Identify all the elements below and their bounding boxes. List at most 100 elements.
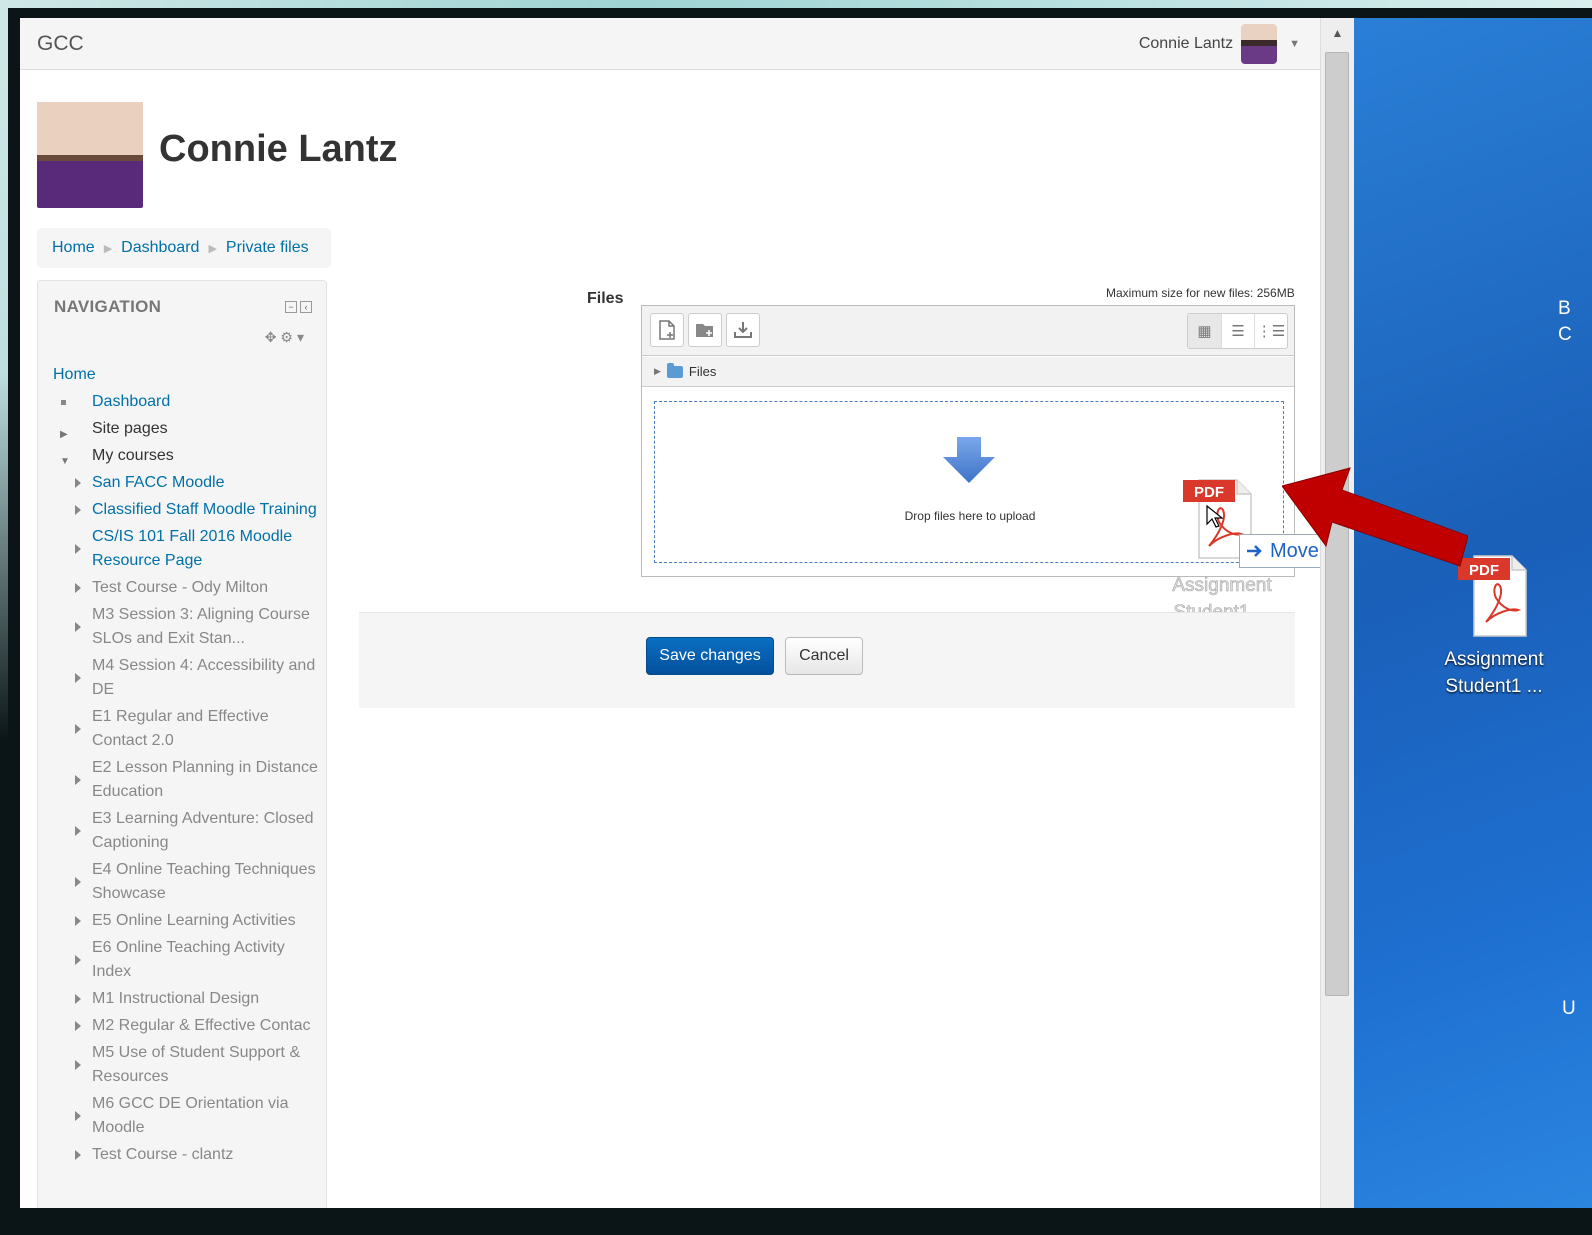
icons-view-icon[interactable]: ▦ [1188,314,1221,348]
course-item-label[interactable]: M3 Session 3: Aligning Course SLOs and E… [92,606,310,647]
expand-right-icon[interactable] [75,583,81,593]
course-item[interactable]: E5 Online Learning Activities [53,909,321,933]
nav-dashboard[interactable]: Dashboard [53,390,321,414]
dock-block-icon[interactable]: ‹ [300,301,312,313]
path-folder-name[interactable]: Files [689,364,716,379]
vertical-scrollbar[interactable]: ▲ [1320,18,1354,1208]
navigation-tree: Home Dashboard ▶ Site pages ▼ My courses… [53,363,321,1167]
expand-right-icon[interactable] [75,478,81,488]
arrow-right-icon [1247,545,1262,557]
breadcrumb-dashboard[interactable]: Dashboard [121,239,199,257]
breadcrumb-home[interactable]: Home [52,239,95,257]
course-item-label[interactable]: E3 Learning Adventure: Closed Captioning [92,810,313,851]
expand-right-icon[interactable] [75,505,81,515]
download-icon[interactable] [726,313,760,347]
course-item-label[interactable]: San FACC Moodle [92,474,225,491]
expand-right-icon[interactable] [75,1111,81,1121]
user-avatar[interactable] [1241,24,1278,64]
expand-right-icon[interactable] [75,916,81,926]
user-menu[interactable]: Connie Lantz ▼ [1139,24,1300,64]
folder-icon [666,362,683,378]
nav-dashboard-label[interactable]: Dashboard [92,393,170,410]
window-frame-left [0,0,8,1235]
expand-right-icon[interactable] [75,673,81,683]
course-item[interactable]: CS/IS 101 Fall 2016 Moodle Resource Page [53,525,321,573]
desktop-file-label[interactable]: Assignment Student1 ... [1432,646,1556,700]
course-item-label[interactable]: Test Course - Ody Milton [92,579,268,596]
tree-view-icon[interactable]: ⋮☰ [1254,314,1287,348]
course-item[interactable]: E4 Online Teaching Techniques Showcase [53,858,321,906]
course-item-label[interactable]: M5 Use of Student Support & Resources [92,1044,300,1085]
course-item-label[interactable]: M2 Regular & Effective Contac [92,1017,310,1034]
desktop-edge-text: BC [1558,298,1572,345]
expand-right-icon[interactable] [75,955,81,965]
expand-right-icon[interactable] [75,724,81,734]
course-item-label[interactable]: E5 Online Learning Activities [92,912,296,929]
expand-right-icon[interactable] [75,544,81,554]
add-file-icon[interactable] [650,313,684,347]
nav-my-courses[interactable]: ▼ My courses [53,444,321,468]
expand-right-icon[interactable] [75,994,81,1004]
save-changes-button[interactable]: Save changes [646,637,774,675]
course-item-label[interactable]: E4 Online Teaching Techniques Showcase [92,861,316,902]
course-item-label[interactable]: Classified Staff Moodle Training [92,501,317,518]
nav-my-courses-label[interactable]: My courses [92,447,174,464]
nav-site-pages-label[interactable]: Site pages [92,420,168,437]
course-item[interactable]: E3 Learning Adventure: Closed Captioning [53,807,321,855]
breadcrumb-separator-icon: ▶ [208,242,217,255]
course-item[interactable]: M1 Instructional Design [53,987,321,1011]
course-item-label[interactable]: CS/IS 101 Fall 2016 Moodle Resource Page [92,528,292,569]
user-name[interactable]: Connie Lantz [1139,35,1233,53]
breadcrumb-private-files[interactable]: Private files [226,239,309,257]
course-item-label[interactable]: M6 GCC DE Orientation via Moodle [92,1095,289,1136]
course-item[interactable]: M4 Session 4: Accessibility and DE [53,654,321,702]
course-item[interactable]: E6 Online Teaching Activity Index [53,936,321,984]
desktop-edge-text-bottom: U [1562,998,1576,1019]
expand-right-icon[interactable] [75,877,81,887]
expand-right-icon[interactable] [75,1060,81,1070]
course-item-label[interactable]: M1 Instructional Design [92,990,259,1007]
files-field-label: Files [587,290,624,307]
page-title: Connie Lantz [159,127,398,170]
red-arrow-annotation-icon [1282,467,1468,567]
course-item[interactable]: Test Course - Ody Milton [53,576,321,600]
list-view-icon[interactable]: ☰ [1221,314,1254,348]
nav-home[interactable]: Home [53,363,321,387]
course-item-label[interactable]: Test Course - clantz [92,1146,233,1163]
course-item-label[interactable]: E1 Regular and Effective Contact 2.0 [92,708,269,749]
scroll-up-icon[interactable]: ▲ [1321,18,1354,48]
site-brand[interactable]: GCC [37,32,84,56]
collapse-block-icon[interactable]: − [285,301,297,313]
course-item[interactable]: M5 Use of Student Support & Resources [53,1041,321,1089]
course-item[interactable]: M2 Regular & Effective Contac [53,1014,321,1038]
expand-right-icon[interactable] [75,826,81,836]
breadcrumb: Home ▶ Dashboard ▶ Private files [37,228,331,268]
create-folder-icon[interactable] [688,313,722,347]
move-icon[interactable]: ✥ [265,329,281,345]
cancel-button[interactable]: Cancel [785,637,863,675]
course-item[interactable]: E2 Lesson Planning in Distance Education [53,756,321,804]
browser-viewport: GCC Connie Lantz ▼ Connie Lantz Home ▶ D… [20,18,1354,1208]
nav-site-pages[interactable]: ▶ Site pages [53,417,321,441]
expand-right-icon[interactable] [75,1021,81,1031]
expand-right-icon[interactable] [75,1150,81,1160]
course-item[interactable]: Test Course - clantz [53,1143,321,1167]
course-item-label[interactable]: M4 Session 4: Accessibility and DE [92,657,315,698]
gear-icon[interactable]: ⚙▾ [280,329,308,345]
course-item[interactable]: M3 Session 3: Aligning Course SLOs and E… [53,603,321,651]
navigation-block: NAVIGATION − ‹ ✥⚙▾ Home Dashboard ▶ Site… [37,280,327,1208]
course-item[interactable]: Classified Staff Moodle Training [53,498,321,522]
expand-right-icon[interactable] [75,775,81,785]
expand-right-icon[interactable] [75,622,81,632]
desktop-pdf-file-icon[interactable]: PDF [1458,554,1530,638]
course-item-label[interactable]: E2 Lesson Planning in Distance Education [92,759,318,800]
course-item[interactable]: M6 GCC DE Orientation via Moodle [53,1092,321,1140]
caret-down-icon[interactable]: ▼ [1289,38,1300,50]
course-item-label[interactable]: E6 Online Teaching Activity Index [92,939,285,980]
course-item[interactable]: E1 Regular and Effective Contact 2.0 [53,705,321,753]
expand-right-icon[interactable]: ▶ [654,366,661,377]
page-header: Connie Lantz [37,90,398,208]
course-item[interactable]: San FACC Moodle [53,471,321,495]
file-manager-toolbar: ▦ ☰ ⋮☰ [642,306,1294,356]
bullet-icon [61,400,66,405]
